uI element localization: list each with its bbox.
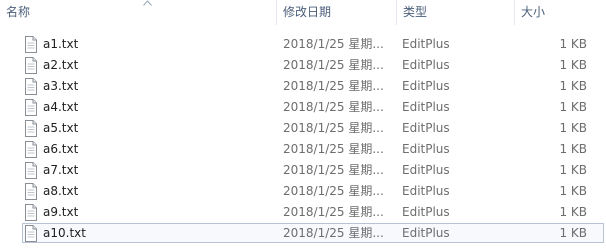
file-type: EditPlus [402,37,450,51]
file-name[interactable]: a2.txt [43,55,78,76]
file-type: EditPlus [402,184,450,198]
column-header-modified[interactable]: 修改日期 [276,0,396,25]
file-row[interactable]: a6.txt 2018/1/25 星期... EditPlus 1 KB [0,139,606,160]
file-modified-date: 2018/1/25 星期... [283,205,383,219]
text-file-icon [25,57,37,74]
column-header-type-label: 类型 [403,5,428,19]
file-modified-date: 2018/1/25 星期... [283,79,383,93]
file-size: 1 KB [559,205,587,219]
text-file-icon [25,183,37,200]
text-file-icon [25,225,37,242]
file-type: EditPlus [402,226,450,240]
file-size: 1 KB [559,58,587,72]
text-file-icon [25,36,37,53]
column-header-modified-label: 修改日期 [283,5,332,19]
file-modified-date: 2018/1/25 星期... [283,58,383,72]
text-file-icon [25,204,37,221]
file-modified-date: 2018/1/25 星期... [283,226,383,240]
file-row[interactable]: a9.txt 2018/1/25 星期... EditPlus 1 KB [0,202,606,223]
column-header-name[interactable]: 名称 [0,0,276,25]
file-size: 1 KB [559,226,587,240]
file-modified-date: 2018/1/25 星期... [283,121,383,135]
sort-ascending-icon [143,0,152,6]
file-type: EditPlus [402,121,450,135]
file-type: EditPlus [402,100,450,114]
file-size: 1 KB [559,100,587,114]
file-name[interactable]: a8.txt [43,181,78,202]
text-file-icon [25,78,37,95]
file-name[interactable]: a5.txt [43,118,78,139]
file-size: 1 KB [559,184,587,198]
file-row[interactable]: a2.txt 2018/1/25 星期... EditPlus 1 KB [0,55,606,76]
file-size: 1 KB [559,121,587,135]
file-name[interactable]: a6.txt [43,139,78,160]
text-file-icon [25,141,37,158]
file-name[interactable]: a4.txt [43,97,78,118]
file-size: 1 KB [559,163,587,177]
file-modified-date: 2018/1/25 星期... [283,37,383,51]
file-type: EditPlus [402,205,450,219]
column-header-size[interactable]: 大小 [514,0,606,25]
file-modified-date: 2018/1/25 星期... [283,163,383,177]
file-name[interactable]: a3.txt [43,76,78,97]
file-size: 1 KB [559,142,587,156]
text-file-icon [25,162,37,179]
file-size: 1 KB [559,79,587,93]
text-file-icon [25,99,37,116]
file-type: EditPlus [402,163,450,177]
column-header-type[interactable]: 类型 [396,0,514,25]
file-row[interactable]: a1.txt 2018/1/25 星期... EditPlus 1 KB [0,34,606,55]
file-name[interactable]: a10.txt [43,223,86,244]
file-modified-date: 2018/1/25 星期... [283,142,383,156]
text-file-icon [25,120,37,137]
file-size: 1 KB [559,37,587,51]
column-header-name-label: 名称 [6,5,31,19]
file-type: EditPlus [402,142,450,156]
file-modified-date: 2018/1/25 星期... [283,184,383,198]
file-type: EditPlus [402,79,450,93]
file-row[interactable]: a4.txt 2018/1/25 星期... EditPlus 1 KB [0,97,606,118]
file-row[interactable]: a5.txt 2018/1/25 星期... EditPlus 1 KB [0,118,606,139]
file-name[interactable]: a9.txt [43,202,78,223]
file-name[interactable]: a7.txt [43,160,78,181]
file-row[interactable]: a7.txt 2018/1/25 星期... EditPlus 1 KB [0,160,606,181]
file-row[interactable]: a3.txt 2018/1/25 星期... EditPlus 1 KB [0,76,606,97]
column-header-bar: 名称 修改日期 类型 大小 [0,0,606,25]
file-row[interactable]: a8.txt 2018/1/25 星期... EditPlus 1 KB [0,181,606,202]
file-name[interactable]: a1.txt [43,34,78,55]
column-header-size-label: 大小 [521,5,546,19]
file-type: EditPlus [402,58,450,72]
file-modified-date: 2018/1/25 星期... [283,100,383,114]
file-row[interactable]: a10.txt 2018/1/25 星期... EditPlus 1 KB [0,223,606,244]
